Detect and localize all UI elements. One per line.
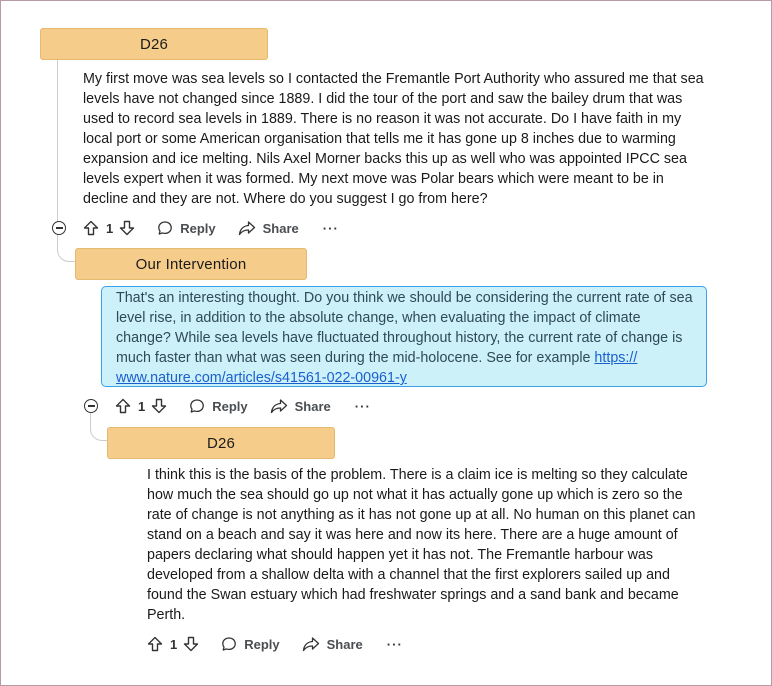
share-icon — [238, 221, 255, 236]
author-name: D26 — [206, 434, 236, 452]
downvote-icon[interactable] — [151, 398, 167, 414]
reply-button[interactable]: Reply — [189, 398, 248, 414]
collapse-icon[interactable] — [84, 399, 98, 413]
vote-count: 1 — [106, 220, 114, 236]
reply-label: Reply — [212, 398, 248, 414]
more-icon[interactable]: ··· — [355, 399, 371, 414]
comment-body: My first move was sea levels so I contac… — [83, 71, 704, 207]
upvote-icon[interactable] — [147, 636, 163, 652]
comment-actions: 1 Reply Share ··· — [147, 633, 403, 655]
vote-count: 1 — [138, 398, 146, 414]
collapse-icon[interactable] — [52, 221, 66, 235]
thread-line — [90, 412, 108, 441]
comment-body: I think this is the basis of the problem… — [147, 467, 696, 623]
upvote-icon[interactable] — [115, 398, 131, 414]
share-button[interactable]: Share — [270, 398, 331, 414]
share-label: Share — [326, 636, 363, 652]
share-icon — [270, 399, 287, 414]
reply-label: Reply — [244, 636, 280, 652]
author-name: D26 — [139, 35, 169, 53]
share-label: Share — [262, 220, 299, 236]
downvote-icon[interactable] — [119, 220, 135, 236]
share-icon — [302, 637, 319, 652]
vote-group: 1 — [83, 220, 135, 236]
downvote-icon[interactable] — [183, 636, 199, 652]
reply-icon — [158, 221, 173, 235]
more-icon[interactable]: ··· — [387, 637, 403, 652]
reply-icon — [190, 399, 205, 413]
share-button[interactable]: Share — [302, 636, 363, 652]
reply-label: Reply — [180, 220, 216, 236]
author-tag: Our Intervention — [75, 248, 307, 280]
author-tag: D26 — [40, 28, 268, 60]
comment-actions: 1 Reply Share ··· — [115, 395, 371, 417]
more-icon[interactable]: ··· — [323, 221, 339, 236]
author-tag: D26 — [107, 427, 335, 459]
vote-group: 1 — [147, 636, 199, 652]
reply-button[interactable]: Reply — [157, 220, 216, 236]
highlighted-comment-body: That's an interesting thought. Do you th… — [101, 286, 707, 387]
reply-button[interactable]: Reply — [221, 636, 280, 652]
vote-group: 1 — [115, 398, 167, 414]
comment-actions: 1 Reply Share ··· — [83, 217, 339, 239]
upvote-icon[interactable] — [83, 220, 99, 236]
share-button[interactable]: Share — [238, 220, 299, 236]
vote-count: 1 — [170, 636, 178, 652]
reply-icon — [222, 637, 237, 651]
author-name: Our Intervention — [135, 255, 247, 273]
share-label: Share — [294, 398, 331, 414]
